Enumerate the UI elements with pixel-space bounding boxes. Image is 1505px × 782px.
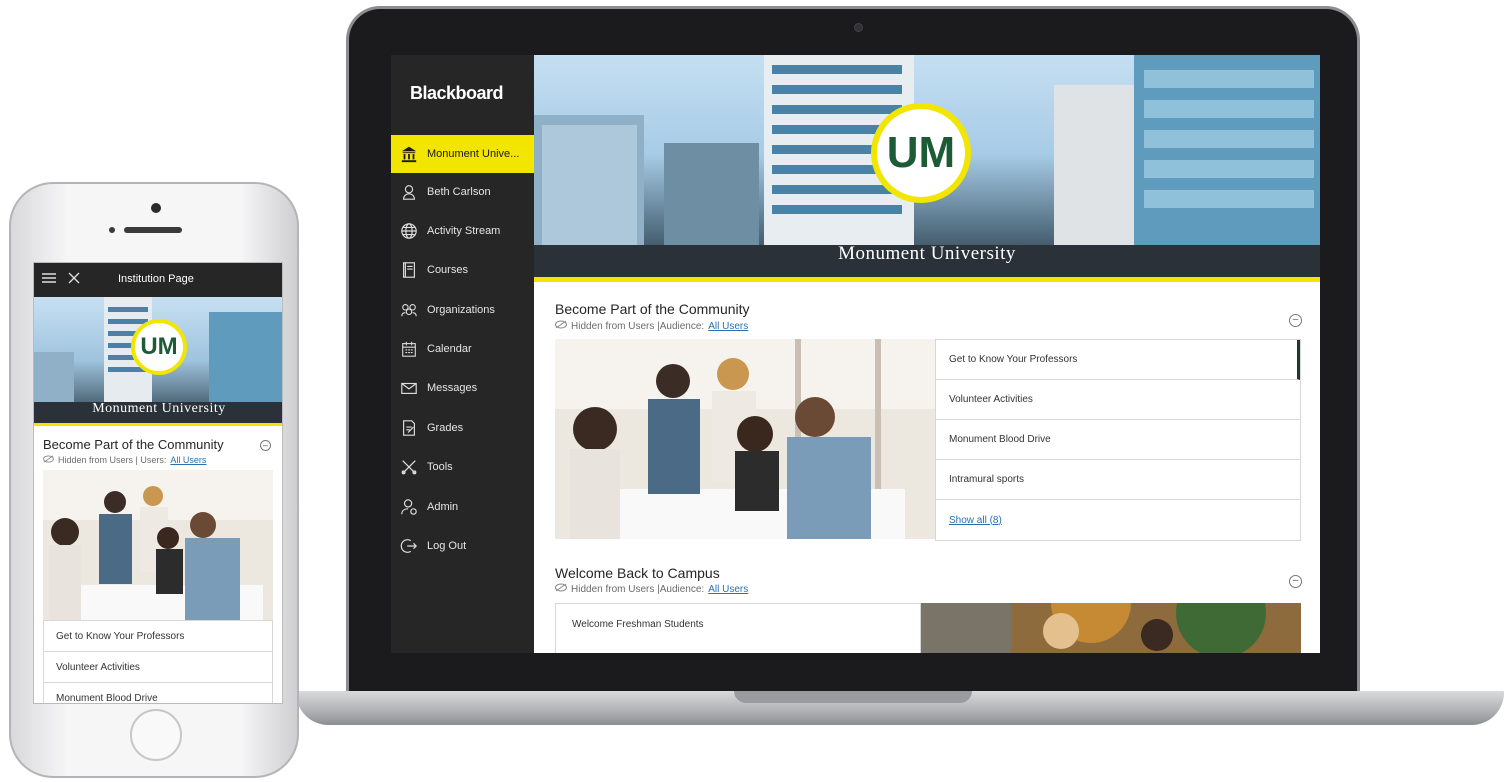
phone-speaker [124,227,182,233]
nav-label: Organizations [427,304,495,316]
phone-screen: Institution Page UM Monument University … [33,262,283,704]
section-title: Become Part of the Community [43,437,224,452]
tools-icon [391,458,427,476]
eye-slash-icon [555,320,567,332]
nav-label: Log Out [427,540,467,552]
nav-logout[interactable]: Log Out [391,527,534,565]
students-photo [555,339,935,539]
sidebar: Blackboard Monument Unive... Beth Carlso… [391,55,534,653]
hidden-text: Hidden from Users | Users: [58,455,167,465]
nav-tools[interactable]: Tools [391,448,534,486]
institution-icon [391,145,427,163]
banner-accent-bar [534,277,1320,282]
audience-link[interactable]: All Users [708,584,748,595]
logout-icon [391,537,427,555]
phone-header: Institution Page [34,263,282,297]
calendar-icon [391,340,427,358]
laptop-camera [854,23,863,32]
list-item[interactable]: Volunteer Activities [936,380,1300,420]
user-icon [391,183,427,201]
list-item[interactable]: Welcome Freshman Students [556,604,920,644]
nav-calendar[interactable]: Calendar [391,330,534,368]
globe-icon [391,222,427,240]
nav-courses[interactable]: Courses [391,251,534,289]
nav-messages[interactable]: Messages [391,369,534,407]
nav-admin[interactable]: Admin [391,488,534,526]
collapse-icon[interactable]: – [260,440,271,451]
section-visibility: Hidden from Users |Audience: All Users [555,583,748,595]
nav-label: Activity Stream [427,225,501,237]
brand-logo[interactable]: Blackboard [410,83,504,104]
section-link-list: Get to Know Your Professors Volunteer Ac… [935,339,1301,541]
eye-slash-icon [555,583,567,595]
phone-camera [151,203,161,213]
phone-sensor [109,227,115,233]
nav-label: Courses [427,264,468,276]
nav-label: Grades [427,422,464,434]
institution-banner: UM Monument University [534,55,1320,277]
phone-banner: UM Monument University [34,297,282,423]
banner-accent-bar [34,423,282,426]
section-title: Become Part of the Community [555,301,750,317]
laptop-base-notch [734,691,972,703]
laptop-screen: Blackboard Monument Unive... Beth Carlso… [391,55,1320,653]
list-item[interactable]: Volunteer Activities [44,652,272,683]
grades-icon [391,419,427,437]
eye-slash-icon [43,455,54,465]
menu-icon[interactable] [42,272,56,287]
envelope-icon [391,379,427,397]
nav-label: Calendar [427,343,472,355]
list-item[interactable]: Intramural sports [936,460,1300,500]
list-item[interactable]: Monument Blood Drive [936,420,1300,460]
audience-link[interactable]: All Users [708,321,748,332]
list-item[interactable]: Get to Know Your Professors [936,340,1300,380]
list-item[interactable]: Get to Know Your Professors [44,621,272,652]
campus-photo [921,603,1301,653]
nav-label: Messages [427,382,478,394]
hidden-text: Hidden from Users |Audience: [571,583,705,595]
admin-icon [391,498,427,516]
nav-profile[interactable]: Beth Carlson [391,173,534,211]
organizations-icon [391,301,427,319]
university-logo: UM [131,319,187,375]
collapse-icon[interactable]: – [1289,575,1302,588]
section-title: Welcome Back to Campus [555,565,720,581]
nav-label: Monument Unive... [427,148,520,160]
nav-label: Beth Carlson [427,186,491,198]
show-all-link[interactable]: Show all (8) [936,500,1300,540]
hidden-text: Hidden from Users |Audience: [571,320,705,332]
laptop-frame: Blackboard Monument Unive... Beth Carlso… [346,6,1360,698]
nav-label: Admin [427,501,459,513]
students-photo [43,470,273,620]
collapse-icon[interactable]: – [1289,314,1302,327]
banner-title: Monument University [838,243,1016,264]
close-icon[interactable] [68,272,80,287]
nav-activity-stream[interactable]: Activity Stream [391,212,534,250]
section-link-list: Welcome Freshman Students [555,603,921,653]
nav-institution[interactable]: Monument Unive... [391,135,534,173]
section-link-list: Get to Know Your Professors Volunteer Ac… [43,620,273,704]
header-title: Institution Page [118,273,194,285]
section-visibility: Hidden from Users | Users: All Users [43,455,206,465]
nav-grades[interactable]: Grades [391,409,534,447]
courses-icon [391,261,427,279]
nav-organizations[interactable]: Organizations [391,291,534,329]
banner-title: Monument University [92,401,226,416]
home-button[interactable] [130,709,182,761]
university-logo: UM [871,103,971,203]
section-visibility: Hidden from Users |Audience: All Users [555,320,748,332]
nav-label: Tools [427,461,453,473]
phone-frame: Institution Page UM Monument University … [9,182,299,778]
laptop-base [296,691,1504,725]
list-item[interactable]: Monument Blood Drive [44,683,272,704]
audience-link[interactable]: All Users [170,455,206,465]
